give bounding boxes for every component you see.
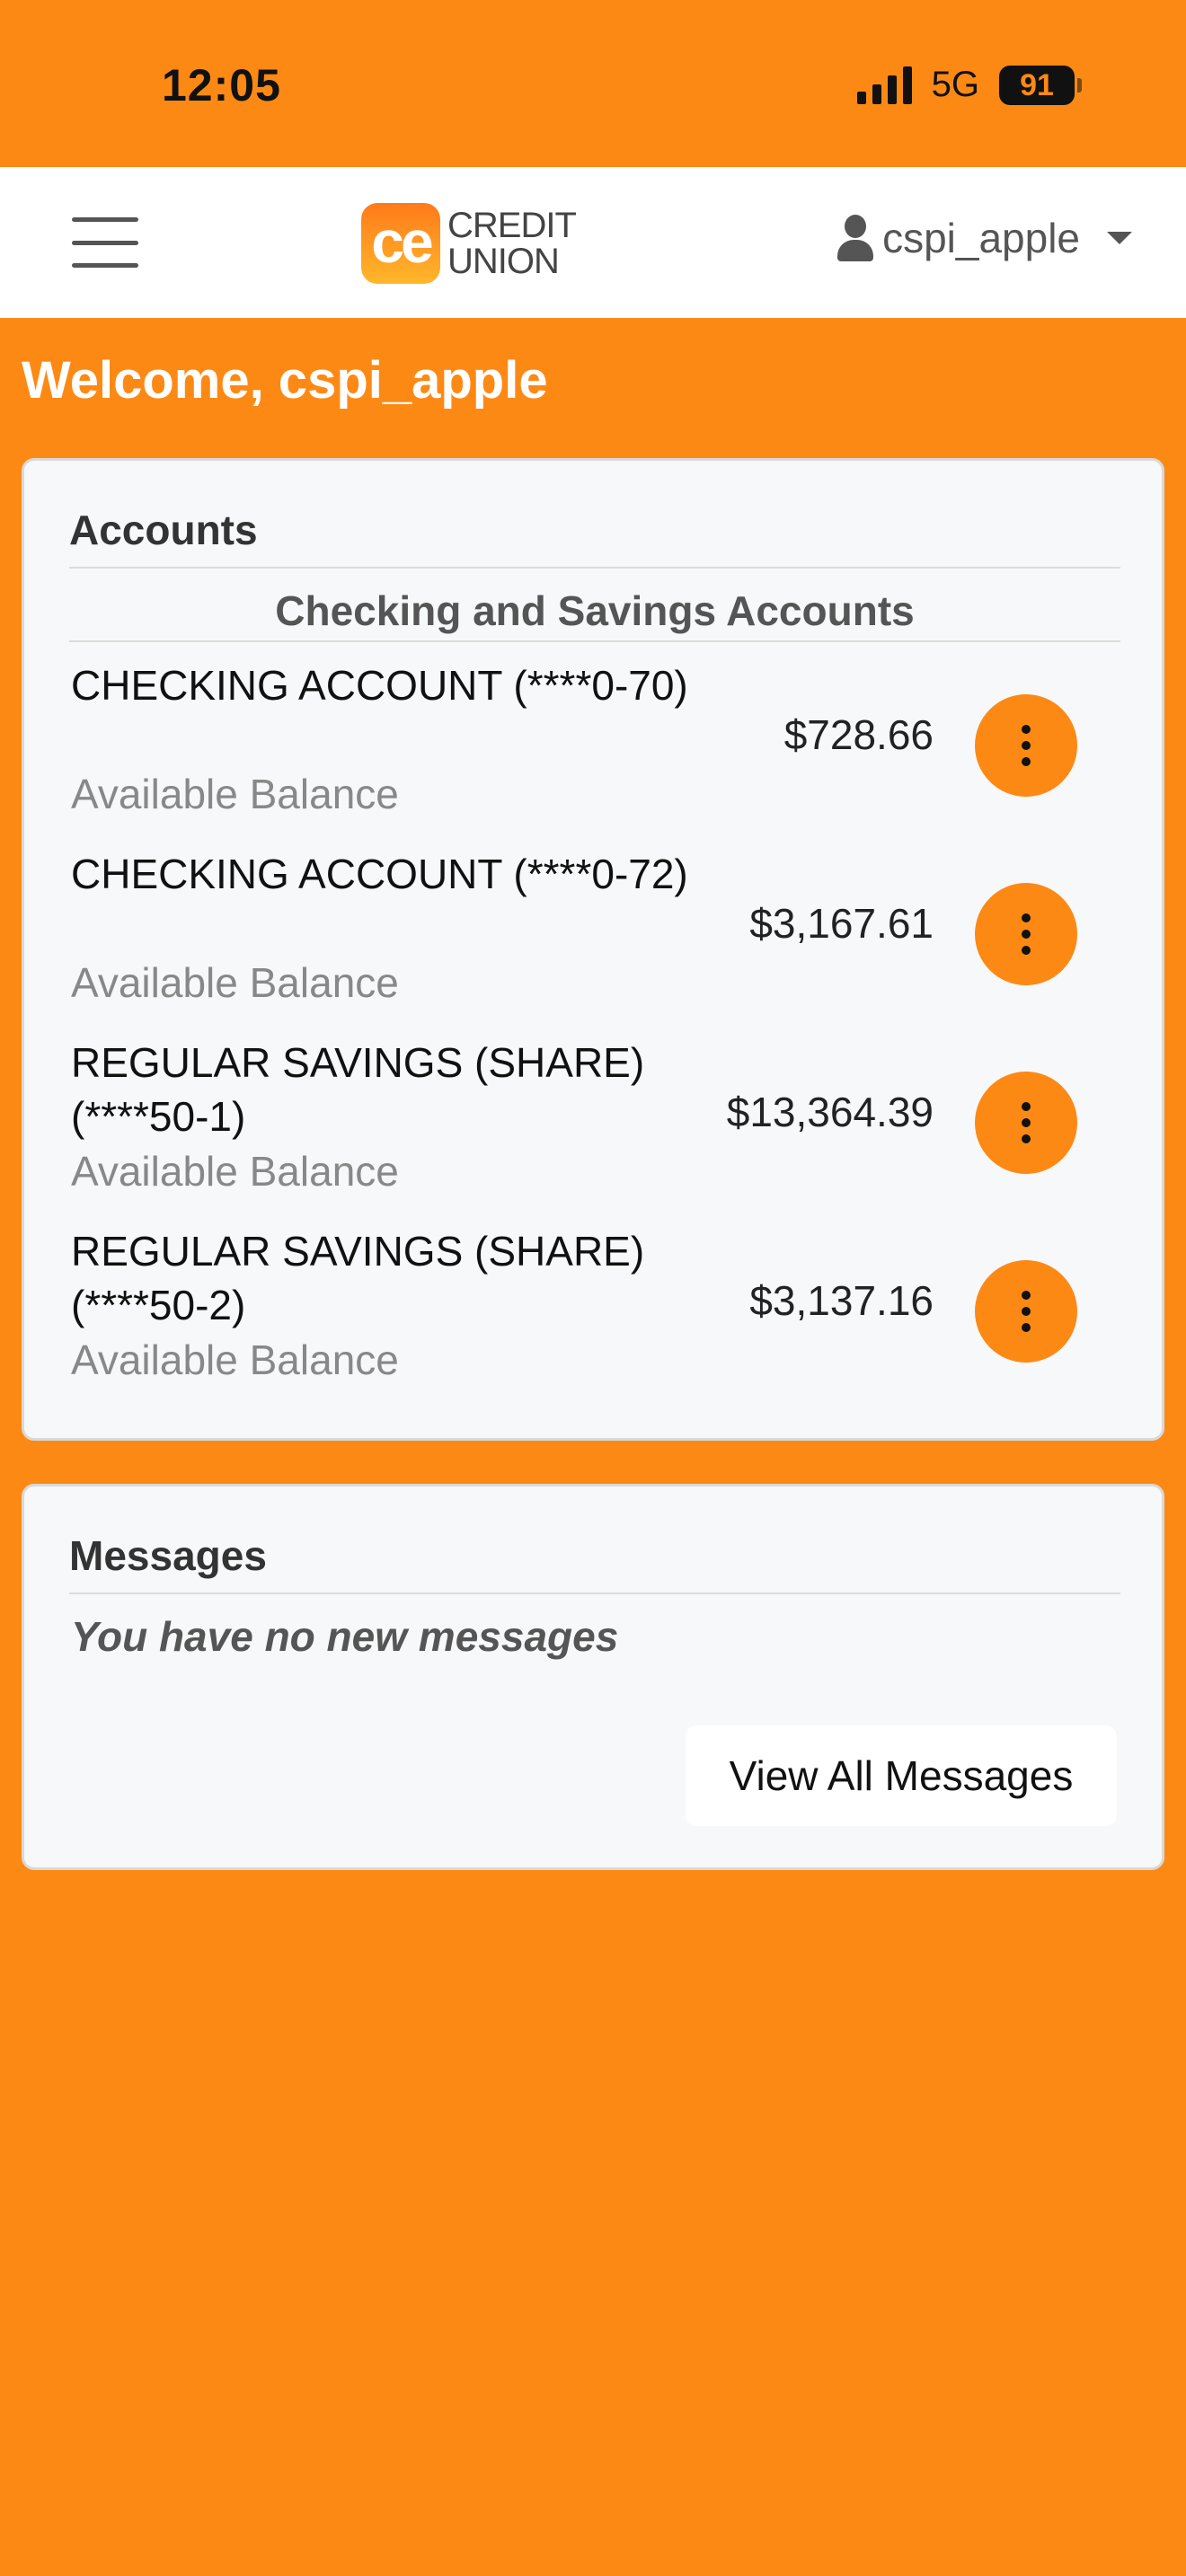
battery-icon: 91 bbox=[999, 65, 1082, 105]
logo-text: CREDIT UNION bbox=[447, 206, 577, 281]
user-icon bbox=[837, 215, 874, 261]
account-balance: $13,364.39 bbox=[726, 1089, 934, 1135]
account-balance: $3,167.61 bbox=[749, 900, 934, 947]
top-navbar: ce CREDIT UNION cspi_apple bbox=[0, 167, 1186, 318]
account-balance: $3,137.16 bbox=[749, 1277, 934, 1324]
signal-icon bbox=[856, 66, 912, 104]
caret-down-icon bbox=[1107, 232, 1132, 244]
logo[interactable]: ce CREDIT UNION bbox=[361, 203, 577, 284]
network-type: 5G bbox=[931, 65, 979, 104]
balance-label: Available Balance bbox=[71, 959, 399, 1006]
menu-icon[interactable] bbox=[72, 217, 138, 268]
logo-mark: ce bbox=[361, 203, 440, 284]
account-options-button[interactable] bbox=[975, 1260, 1077, 1363]
account-options-button[interactable] bbox=[975, 694, 1077, 797]
balance-label: Available Balance bbox=[71, 771, 399, 817]
view-all-messages-button[interactable]: View All Messages bbox=[686, 1725, 1117, 1826]
accounts-title: Accounts bbox=[69, 506, 1120, 569]
accounts-card: Accounts Checking and Savings Accounts C… bbox=[22, 458, 1164, 1441]
account-options-button[interactable] bbox=[975, 1072, 1077, 1174]
account-name[interactable]: CHECKING ACCOUNT (****0-70) bbox=[71, 658, 700, 712]
username: cspi_apple bbox=[882, 215, 1080, 261]
logo-line-1: CREDIT bbox=[447, 206, 577, 245]
logo-line-2: UNION bbox=[447, 242, 560, 281]
messages-card: Messages You have no new messages View A… bbox=[22, 1484, 1164, 1870]
section-title: Checking and Savings Accounts bbox=[69, 587, 1120, 642]
account-row[interactable]: CHECKING ACCOUNT (****0-70) Available Ba… bbox=[71, 658, 1122, 838]
account-options-button[interactable] bbox=[975, 883, 1077, 985]
status-bar: 12:05 5G 91 bbox=[0, 0, 1186, 167]
account-row[interactable]: CHECKING ACCOUNT (****0-72) Available Ba… bbox=[71, 847, 1122, 1027]
status-indicators: 5G 91 bbox=[856, 65, 1082, 105]
account-name[interactable]: REGULAR SAVINGS (SHARE) (****50-2) bbox=[71, 1224, 700, 1332]
balance-label: Available Balance bbox=[71, 1148, 399, 1195]
account-row[interactable]: REGULAR SAVINGS (SHARE) (****50-2) Avail… bbox=[71, 1224, 1122, 1404]
account-name[interactable]: CHECKING ACCOUNT (****0-72) bbox=[71, 847, 700, 901]
user-menu-button[interactable]: cspi_apple bbox=[837, 214, 1132, 262]
account-name[interactable]: REGULAR SAVINGS (SHARE) (****50-1) bbox=[71, 1036, 700, 1143]
no-messages-text: You have no new messages bbox=[71, 1613, 619, 1660]
status-time: 12:05 bbox=[162, 60, 281, 110]
account-row[interactable]: REGULAR SAVINGS (SHARE) (****50-1) Avail… bbox=[71, 1036, 1122, 1215]
messages-title: Messages bbox=[69, 1531, 1120, 1594]
welcome-heading: Welcome, cspi_apple bbox=[22, 351, 548, 410]
account-balance: $728.66 bbox=[783, 711, 934, 758]
balance-label: Available Balance bbox=[71, 1337, 399, 1383]
